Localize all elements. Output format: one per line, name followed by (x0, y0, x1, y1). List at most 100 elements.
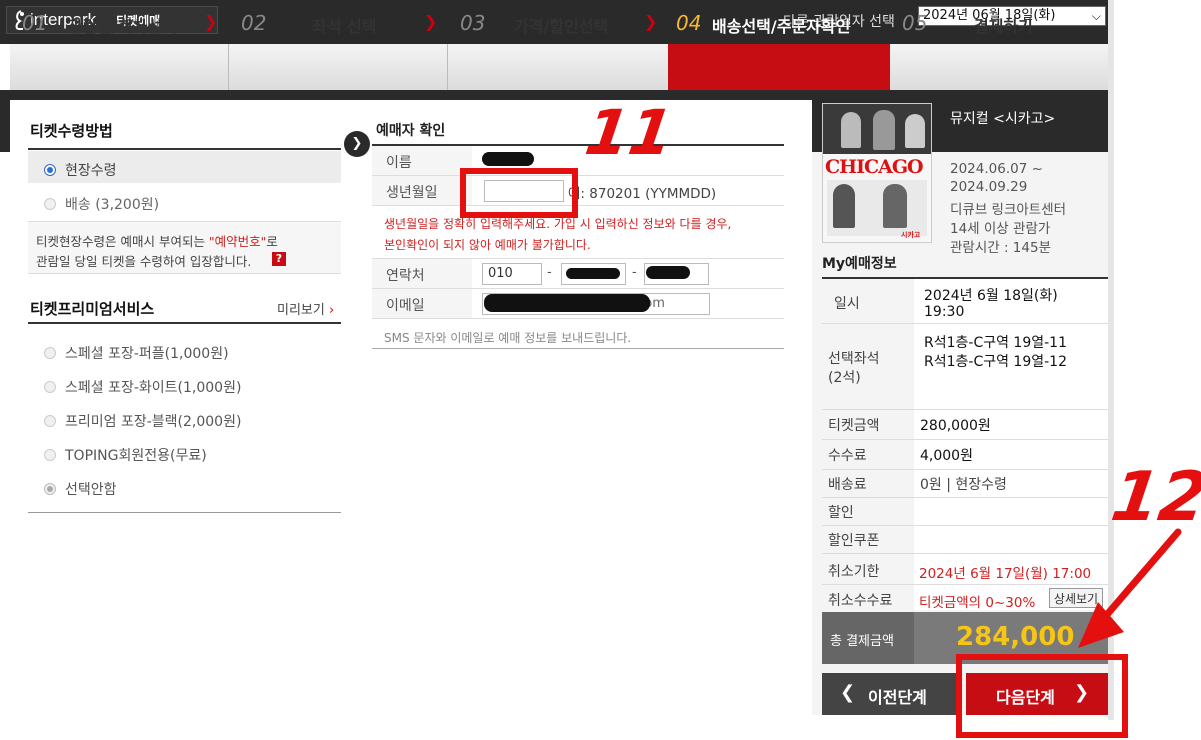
delivery-panel (10, 100, 360, 715)
step-3[interactable]: 03 가격/할인선택 ❯ (448, 0, 668, 46)
poster-small-title: 시카고 (901, 231, 921, 239)
redacted-name (482, 152, 534, 166)
ticket-value: 280,000원 (920, 418, 991, 434)
chevron-right-icon: ❯ (204, 12, 218, 31)
chevron-left-icon: ❮ (840, 682, 856, 703)
redacted-email (484, 294, 650, 312)
seat-count: (2석) (828, 370, 861, 386)
radio-premium-purple[interactable] (44, 347, 56, 359)
step-divider (447, 44, 448, 90)
radio-onsite[interactable] (44, 164, 56, 176)
step-number: 05 (902, 11, 928, 35)
notice-line-2: 관람일 당일 티켓을 수령하여 입장합니다. (36, 254, 252, 269)
redacted-phone-last (646, 266, 690, 279)
total-label: 총 결제금액 (830, 634, 894, 649)
divider (28, 322, 341, 324)
total-label-cell: 총 결제금액 (822, 612, 914, 664)
radio-none[interactable] (44, 483, 56, 495)
divider (822, 497, 1108, 498)
name-label: 이름 (386, 155, 412, 171)
radio-premium-white[interactable] (44, 381, 56, 393)
my-booking-title: My예매정보 (822, 256, 897, 272)
premium-title: 티켓프리미엄서비스 (30, 300, 155, 318)
radio-toping[interactable] (44, 449, 56, 461)
poster-figure (873, 110, 895, 150)
radio-shipping[interactable] (44, 198, 56, 210)
notice-text: 로 (266, 234, 278, 249)
shipping-label: 배송료 (828, 477, 867, 493)
coupon-label: 할인쿠폰 (828, 533, 880, 549)
delivery-title: 티켓수령방법 (30, 122, 113, 140)
chevron-right-icon: › (324, 303, 335, 318)
help-icon[interactable]: ? (272, 252, 286, 266)
date-value: 2024년 6월 18일(화) (924, 288, 1058, 304)
fee-label: 수수료 (828, 448, 867, 464)
birth-warning-2: 본인확인이 되지 않아 예매가 불가합니다. (384, 238, 591, 252)
phone-label: 연락처 (386, 268, 425, 284)
divider (372, 348, 784, 349)
option-label: TOPING회원전용(무료) (65, 448, 207, 464)
option-label: 현장수령 (65, 163, 117, 179)
step-label: 결제하기 (974, 17, 1033, 36)
notice-text: 티켓현장수령은 예매시 부여되는 (36, 234, 209, 249)
poster-figure (905, 114, 925, 148)
step-5[interactable]: 05 결제하기 (890, 0, 1108, 46)
step-label: 좌석 선택 (312, 17, 377, 36)
step-4-active[interactable]: 04 배송선택/주문자확인 (668, 0, 890, 46)
divider (372, 318, 784, 319)
birth-example: 예: 870201 (YYMMDD) (568, 186, 717, 202)
phone-dash: - (632, 265, 637, 280)
show-age: 14세 이상 관람가 (950, 221, 1051, 237)
radio-premium-black[interactable] (44, 415, 56, 427)
cancel-fee-label: 취소수수료 (828, 593, 893, 609)
option-label: 스페셜 포장-화이트(1,000원) (65, 380, 242, 396)
phone-prefix-input[interactable]: 010 (482, 263, 542, 285)
discount-label: 할인 (828, 505, 854, 521)
show-poster: CHICAGO 시카고 (822, 103, 932, 243)
show-venue: 디큐브 링크아트센터 (950, 202, 1067, 218)
poster-figure (841, 112, 861, 148)
total-value: 284,000 (956, 622, 1075, 652)
divider (28, 512, 341, 513)
annotation-box-12 (956, 654, 1128, 738)
step-label: 관람일/회차선택 (68, 17, 177, 36)
ticket-label: 티켓금액 (828, 418, 880, 434)
seat-1: R석1층-C구역 19열-11 (924, 335, 1067, 351)
divider (372, 205, 784, 206)
fee-value: 4,000원 (920, 448, 973, 464)
sms-note: SMS 문자와 이메일로 예매 정보를 보내드립니다. (384, 331, 632, 345)
poster-title: CHICAGO (825, 156, 924, 178)
step-1[interactable]: 01 관람일/회차선택 ❯ (10, 0, 228, 46)
panel-toggle-arrow-icon[interactable]: ❯ (344, 131, 370, 157)
option-label: 프리미엄 포장-블랙(2,000원) (65, 414, 242, 430)
step-number: 04 (676, 11, 702, 35)
show-title: 뮤지컬 <시카고> (950, 111, 1056, 127)
divider (822, 439, 1108, 440)
step-number: 01 (22, 11, 48, 35)
chevron-right-icon: ❯ (424, 12, 438, 31)
time-value: 19:30 (924, 304, 965, 320)
prev-step-button[interactable]: ❮ 이전단계 (822, 673, 962, 715)
step-2[interactable]: 02 좌석 선택 ❯ (229, 0, 447, 46)
cancel-deadline-label: 취소기한 (828, 564, 880, 580)
step-number: 02 (241, 11, 267, 35)
shipping-value: 0원 | 현장수령 (920, 477, 1007, 493)
prev-step-label: 이전단계 (868, 688, 927, 707)
redacted-phone-middle (566, 268, 620, 279)
step-label: 배송선택/주문자확인 (712, 17, 851, 36)
seat-2: R석1층-C구역 19열-12 (924, 354, 1067, 370)
annotation-box-11 (460, 168, 578, 218)
email-label: 이메일 (386, 298, 425, 314)
preview-link[interactable]: 미리보기 › (277, 299, 334, 318)
left-edge-band (0, 100, 10, 152)
step-bar (10, 44, 1108, 91)
phone-dash: - (547, 265, 552, 280)
divider (28, 148, 341, 150)
annotation-arrow-icon (1078, 528, 1182, 648)
divider (822, 323, 1108, 324)
step-active-bg (668, 44, 890, 90)
birth-label: 생년월일 (386, 185, 438, 201)
preview-label: 미리보기 (277, 303, 325, 318)
option-label: 선택안함 (65, 482, 117, 498)
step-number: 03 (460, 11, 486, 35)
